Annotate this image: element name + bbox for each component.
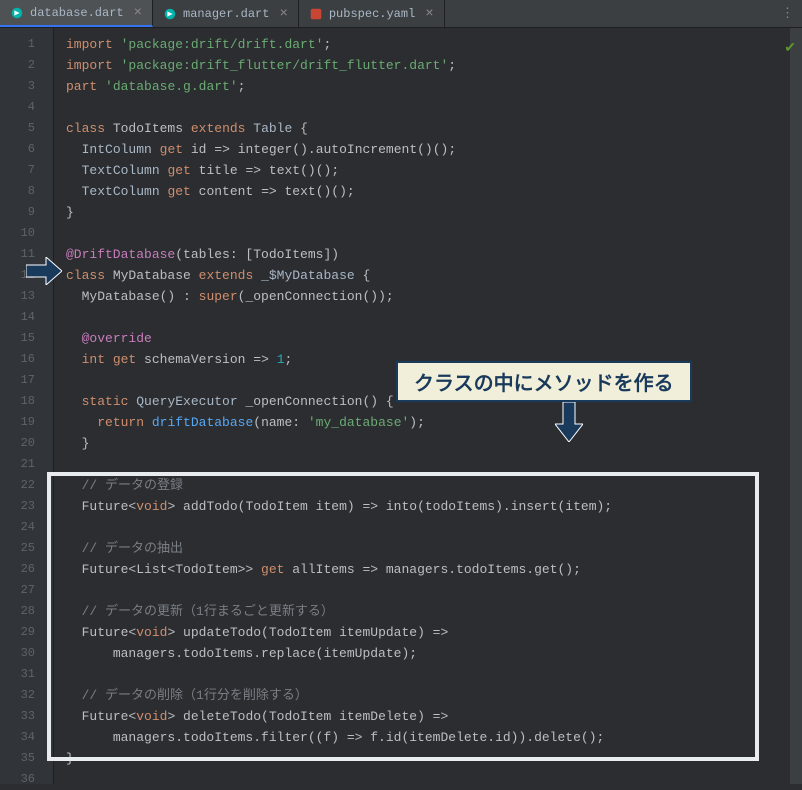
arrow-down-icon bbox=[555, 402, 583, 446]
line-number-gutter: 1 2 3 4 5 6 7 8 9 10 11 12 13 14 15 16 1… bbox=[0, 28, 54, 784]
yaml-file-icon bbox=[309, 7, 323, 21]
close-icon[interactable]: × bbox=[134, 5, 142, 21]
tab-overflow-menu[interactable]: ⋮ bbox=[773, 0, 802, 27]
arrow-right-icon bbox=[26, 257, 62, 289]
tab-label: pubspec.yaml bbox=[329, 7, 415, 21]
close-icon[interactable]: × bbox=[425, 6, 433, 22]
tab-manager-dart[interactable]: manager.dart × bbox=[153, 0, 299, 27]
dart-file-icon bbox=[10, 6, 24, 20]
scrollbar[interactable] bbox=[790, 28, 802, 784]
editor-tab-bar: database.dart × manager.dart × pubspec.y… bbox=[0, 0, 802, 28]
tab-label: manager.dart bbox=[183, 7, 269, 21]
code-area[interactable]: import 'package:drift/drift.dart'; impor… bbox=[54, 28, 802, 784]
tab-database-dart[interactable]: database.dart × bbox=[0, 0, 153, 27]
dart-file-icon bbox=[163, 7, 177, 21]
close-icon[interactable]: × bbox=[279, 6, 287, 22]
annotation-callout: クラスの中にメソッドを作る bbox=[396, 361, 692, 402]
editor: 1 2 3 4 5 6 7 8 9 10 11 12 13 14 15 16 1… bbox=[0, 28, 802, 784]
tab-pubspec-yaml[interactable]: pubspec.yaml × bbox=[299, 0, 445, 27]
tab-label: database.dart bbox=[30, 6, 124, 20]
status-check-icon: ✔ bbox=[784, 40, 796, 57]
